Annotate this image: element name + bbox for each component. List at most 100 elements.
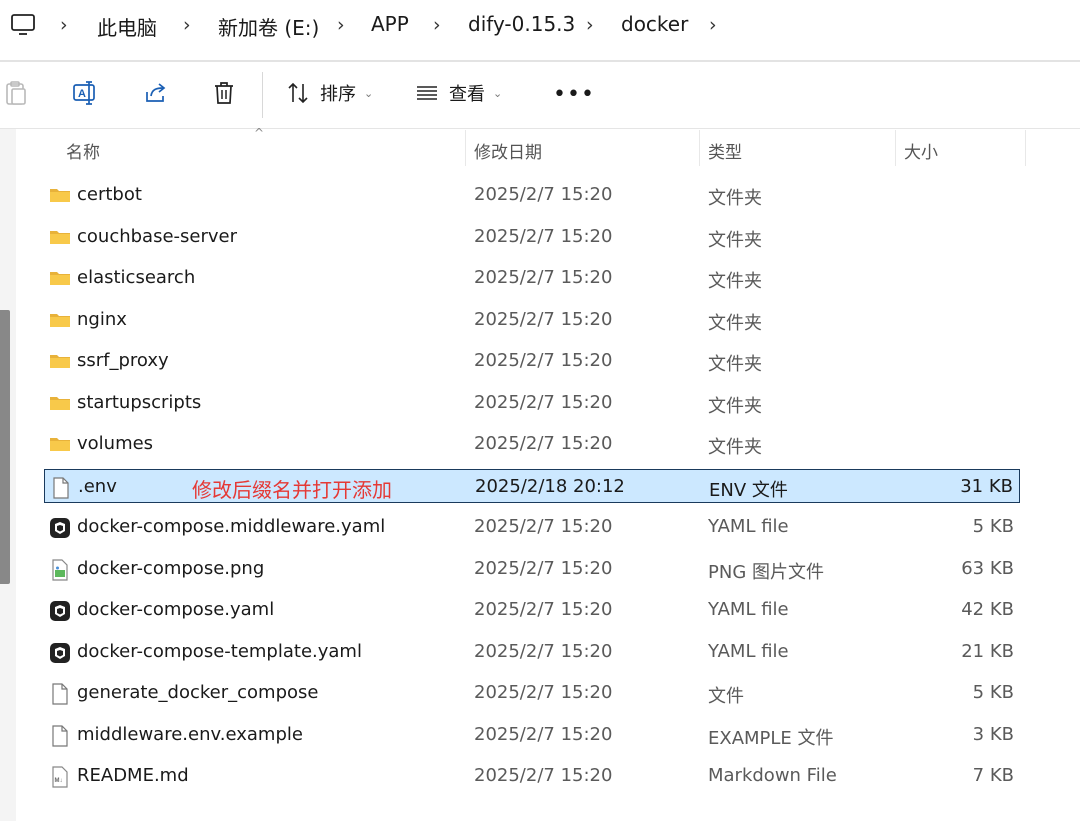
command-bar: A 排序 ⌄ 查看 ⌄ xyxy=(0,62,1080,128)
file-row[interactable]: generate_docker_compose 2025/2/7 15:20 文件 5… xyxy=(44,676,1020,710)
file-size: 5 KB xyxy=(972,516,1014,537)
column-divider[interactable] xyxy=(699,130,700,166)
folder-icon xyxy=(49,393,71,413)
paste-button[interactable] xyxy=(4,80,28,106)
file-date: 2025/2/7 15:20 xyxy=(474,391,613,413)
file-name: nginx xyxy=(77,308,127,330)
file-row[interactable]: docker-compose-template.yaml 2025/2/7 15:… xyxy=(44,635,1020,669)
svg-text:M↓: M↓ xyxy=(55,778,63,784)
breadcrumb-drive[interactable]: 新加卷 (E:) xyxy=(218,12,319,41)
file-date: 2025/2/7 15:20 xyxy=(474,599,613,620)
address-bar: › 此电脑 › 新加卷 (E:) › APP › dify-0.15.3 › d… xyxy=(0,0,1080,54)
file-name: middleware.env.example xyxy=(77,723,303,745)
file-name: docker-compose.png xyxy=(77,557,265,579)
chevron-down-icon: ⌄ xyxy=(364,86,374,100)
breadcrumb-this-pc[interactable]: 此电脑 xyxy=(97,12,157,41)
folder-icon xyxy=(49,310,71,330)
file-row[interactable]: docker-compose.png 2025/2/7 15:20 PNG 图片文件… xyxy=(44,552,1020,586)
view-button[interactable]: 查看 ⌄ xyxy=(415,80,502,106)
file-name: docker-compose.middleware.yaml xyxy=(77,516,386,537)
column-header-date[interactable]: 修改日期 xyxy=(474,138,542,163)
column-header-size[interactable]: 大小 xyxy=(904,138,938,163)
file-type: YAML file xyxy=(708,599,789,620)
folder-icon xyxy=(49,227,71,247)
file-name: docker-compose-template.yaml xyxy=(77,640,362,662)
breadcrumb-app[interactable]: APP xyxy=(371,12,409,36)
sort-label: 排序 xyxy=(320,84,356,105)
breadcrumb-docker[interactable]: docker xyxy=(621,12,688,36)
folder-icon xyxy=(49,434,71,454)
rename-button[interactable]: A xyxy=(72,80,98,106)
file-date: 2025/2/7 15:20 xyxy=(474,682,613,703)
chevron-right-icon[interactable]: › xyxy=(586,14,594,36)
rename-icon: A xyxy=(73,81,95,105)
file-icon xyxy=(50,476,72,499)
scrollbar-thumb[interactable] xyxy=(0,310,10,584)
chevron-right-icon[interactable]: › xyxy=(183,14,191,36)
file-row[interactable]: M↓ README.md 2025/2/7 15:20 Markdown File 7 … xyxy=(44,759,1020,793)
file-row[interactable]: docker-compose.yaml 2025/2/7 15:20 YAML fi… xyxy=(44,593,1020,627)
svg-text:A: A xyxy=(78,88,86,100)
file-name: volumes xyxy=(77,433,154,454)
file-row[interactable]: docker-compose.middleware.yaml 2025/2/7 1… xyxy=(44,510,1020,544)
file-size: 42 KB xyxy=(961,599,1014,620)
file-row[interactable]: nginx 2025/2/7 15:20 文件夹 xyxy=(44,303,1020,337)
share-icon xyxy=(146,83,166,102)
chevron-down-icon: ⌄ xyxy=(493,86,503,100)
more-options-button[interactable]: ••• xyxy=(553,84,595,106)
file-type: 文件夹 xyxy=(708,395,762,417)
folder-icon xyxy=(49,351,71,371)
trash-icon xyxy=(215,82,233,104)
chevron-right-icon[interactable]: › xyxy=(60,14,68,36)
file-type: Markdown File xyxy=(708,765,837,786)
file-row[interactable]: startupscripts 2025/2/7 15:20 文件夹 xyxy=(44,386,1020,420)
file-size: 5 KB xyxy=(972,682,1014,703)
file-date: 2025/2/7 15:20 xyxy=(474,557,613,579)
column-divider[interactable] xyxy=(465,130,466,166)
file-size: 3 KB xyxy=(972,723,1014,745)
sort-button[interactable]: 排序 ⌄ xyxy=(286,80,373,106)
yaml-icon xyxy=(49,600,71,621)
share-button[interactable] xyxy=(143,80,169,106)
file-name: ssrf_proxy xyxy=(77,350,169,371)
column-header-name[interactable]: 名称 xyxy=(66,138,100,163)
file-type: 文件夹 xyxy=(708,188,762,209)
file-name: docker-compose.yaml xyxy=(77,599,275,620)
chevron-right-icon[interactable]: › xyxy=(433,14,441,36)
view-icon xyxy=(417,86,437,100)
file-name: certbot xyxy=(77,184,142,205)
file-row[interactable]: elasticsearch 2025/2/7 15:20 文件夹 xyxy=(44,261,1020,295)
column-header-type[interactable]: 类型 xyxy=(708,138,742,163)
file-row[interactable]: volumes 2025/2/7 15:20 文件夹 xyxy=(44,427,1020,461)
breadcrumb-dify[interactable]: dify-0.15.3 xyxy=(468,12,575,36)
file-size: 21 KB xyxy=(961,640,1014,662)
file-row[interactable]: couchbase-server 2025/2/7 15:20 文件夹 xyxy=(44,220,1020,254)
file-icon xyxy=(49,683,71,705)
file-date: 2025/2/7 15:20 xyxy=(474,225,613,247)
chevron-right-icon[interactable]: › xyxy=(709,14,717,36)
folder-icon xyxy=(49,268,71,288)
file-size: 7 KB xyxy=(972,765,1014,786)
folder-icon xyxy=(49,185,71,205)
file-type: 文件夹 xyxy=(708,312,762,334)
annotation-text: 修改后缀名并打开添加 xyxy=(192,477,392,502)
file-date: 2025/2/18 20:12 xyxy=(475,475,625,497)
file-name: couchbase-server xyxy=(77,225,238,247)
file-row[interactable]: certbot 2025/2/7 15:20 文件夹 xyxy=(44,178,1020,212)
file-type: PNG 图片文件 xyxy=(708,561,824,583)
file-date: 2025/2/7 15:20 xyxy=(474,350,613,371)
file-type: 文件 xyxy=(708,686,744,707)
column-divider[interactable] xyxy=(895,130,896,166)
chevron-right-icon[interactable]: › xyxy=(337,14,345,36)
column-divider[interactable] xyxy=(1025,130,1026,166)
delete-button[interactable] xyxy=(212,80,236,106)
file-row[interactable]: ssrf_proxy 2025/2/7 15:20 文件夹 xyxy=(44,344,1020,378)
file-date: 2025/2/7 15:20 xyxy=(474,308,613,330)
file-name: README.md xyxy=(77,765,189,786)
file-row[interactable]: middleware.env.example 2025/2/7 15:20 EXAM… xyxy=(44,718,1020,752)
file-date: 2025/2/7 15:20 xyxy=(474,267,613,288)
file-size: 31 KB xyxy=(960,475,1013,497)
computer-icon[interactable] xyxy=(10,14,36,36)
file-type: EXAMPLE 文件 xyxy=(708,727,834,749)
file-row-selected[interactable]: .env 修改后缀名并打开添加 2025/2/18 20:12 ENV 文件 31 KB xyxy=(44,468,1020,503)
